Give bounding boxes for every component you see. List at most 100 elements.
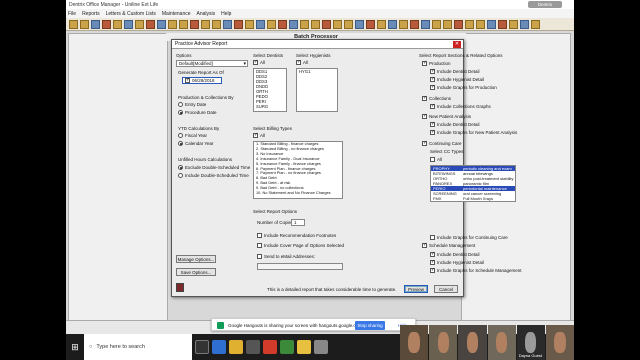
entry-date-radio[interactable]: [178, 102, 183, 108]
toolbar-icon[interactable]: [234, 20, 243, 29]
cc-all-checkbox[interactable]: [430, 157, 435, 163]
toolbar-icon[interactable]: [520, 20, 529, 29]
stop-sharing-button[interactable]: Stop sharing: [355, 321, 385, 330]
dentists-list[interactable]: DDS1 DDS2 DDS3 DNDD ORTH PEDO PERI SURG: [253, 68, 287, 112]
cc-types-list[interactable]: PROPHY periodic cleaning and exam BITEWIN…: [430, 165, 516, 202]
continuing-care-option[interactable]: Continuing Care: [422, 141, 462, 147]
np-dentist-detail-option[interactable]: Include Dentist Detail: [430, 122, 480, 128]
cancel-button[interactable]: Cancel: [434, 285, 458, 293]
include-dst-radio[interactable]: [178, 173, 183, 179]
chrome-icon[interactable]: [297, 340, 311, 354]
toolbar-icon[interactable]: [245, 20, 254, 29]
toolbar-icon[interactable]: [289, 20, 298, 29]
app-icon[interactable]: [263, 340, 277, 354]
toolbar-icon[interactable]: [443, 20, 452, 29]
toolbar-icon[interactable]: [344, 20, 353, 29]
menu-letters[interactable]: Letters & Custom Lists: [106, 11, 156, 17]
np-graphs-option[interactable]: Include Graphs for New Patient Analysis: [430, 130, 517, 136]
toolbar-icon[interactable]: [454, 20, 463, 29]
windows-start-icon[interactable]: ⊞: [66, 334, 84, 360]
schedule-mgmt-option[interactable]: Schedule Management: [422, 243, 475, 249]
prod-graphs-option[interactable]: Include Graphs for Production: [430, 85, 497, 91]
prod-dentist-detail-checkbox[interactable]: [430, 69, 435, 75]
meet-badge[interactable]: Dentrix: [528, 1, 562, 8]
menu-help[interactable]: Help: [221, 11, 231, 17]
coll-graphs-checkbox[interactable]: [430, 104, 435, 110]
toolbar-icon[interactable]: [168, 20, 177, 29]
task-view-icon[interactable]: [195, 340, 209, 354]
sched-graphs-checkbox[interactable]: [430, 268, 435, 274]
np-dentist-detail-checkbox[interactable]: [430, 122, 435, 128]
toolbar-icon[interactable]: [531, 20, 540, 29]
edge-icon[interactable]: [212, 340, 226, 354]
video-tile[interactable]: Dayna Guest: [516, 325, 545, 360]
toolbar-icon[interactable]: [212, 20, 221, 29]
toolbar-icon[interactable]: [300, 20, 309, 29]
exclude-dst-option[interactable]: Exclude Double-Scheduled Time: [178, 165, 250, 171]
toolbar-icon[interactable]: [278, 20, 287, 29]
toolbar-icon[interactable]: [113, 20, 122, 29]
cc-all-option[interactable]: All: [430, 157, 442, 163]
video-tile[interactable]: [545, 325, 575, 360]
toolbar-icon[interactable]: [322, 20, 331, 29]
billing-types-list[interactable]: 1. Standard Billing - finance charges 2.…: [253, 141, 343, 199]
sched-dentist-detail-checkbox[interactable]: [430, 252, 435, 258]
procedure-date-radio[interactable]: [178, 110, 183, 116]
toolbar-icon[interactable]: [124, 20, 133, 29]
toolbar-icon[interactable]: [91, 20, 100, 29]
menu-maintenance[interactable]: Maintenance: [162, 11, 191, 17]
toolbar-icon[interactable]: [333, 20, 342, 29]
sched-hyg-detail-checkbox[interactable]: [430, 260, 435, 266]
cc-graphs-option[interactable]: Include Graphs for Continuing Care: [430, 235, 508, 241]
include-cover-option[interactable]: Include Cover Page of Options Selected: [257, 243, 344, 249]
dentists-all-checkbox[interactable]: [253, 60, 258, 66]
np-graphs-checkbox[interactable]: [430, 130, 435, 136]
menu-file[interactable]: File: [68, 11, 76, 17]
menu-reports[interactable]: Reports: [82, 11, 100, 17]
preview-button[interactable]: Preview: [404, 285, 428, 293]
toolbar-icon[interactable]: [179, 20, 188, 29]
collections-checkbox[interactable]: [422, 96, 427, 102]
hygienists-all-checkbox[interactable]: [296, 60, 301, 66]
coll-graphs-option[interactable]: Include Collections Graphs: [430, 104, 491, 110]
toolbar-icon[interactable]: [366, 20, 375, 29]
date-checkbox[interactable]: [185, 78, 190, 84]
schedule-mgmt-checkbox[interactable]: [422, 243, 427, 249]
procedure-date-option[interactable]: Procedure Date: [178, 110, 217, 116]
prod-hyg-detail-checkbox[interactable]: [430, 77, 435, 83]
include-cover-checkbox[interactable]: [257, 243, 262, 249]
collections-option[interactable]: Collections: [422, 96, 451, 102]
toolbar-icon[interactable]: [157, 20, 166, 29]
as-of-date-field[interactable]: 06/28/2018: [182, 77, 222, 84]
store-icon[interactable]: [246, 340, 260, 354]
toolbar-icon[interactable]: [388, 20, 397, 29]
billing-all-checkbox[interactable]: [253, 133, 258, 139]
toolbar-icon[interactable]: [432, 20, 441, 29]
fiscal-year-radio[interactable]: [178, 133, 183, 139]
include-footnotes-option[interactable]: Include Recommendation Footnotes: [257, 233, 336, 239]
prod-hyg-detail-option[interactable]: Include Hygienist Detail: [430, 77, 484, 83]
list-item[interactable]: SURG: [256, 104, 286, 109]
video-tile[interactable]: [400, 325, 429, 360]
manage-options-button[interactable]: Manage Options...: [176, 255, 216, 263]
sched-dentist-detail-option[interactable]: Include Dentist Detail: [430, 252, 480, 258]
video-tile[interactable]: [487, 325, 516, 360]
billing-all-option[interactable]: All: [253, 133, 265, 139]
include-footnotes-checkbox[interactable]: [257, 233, 262, 239]
exclude-dst-radio[interactable]: [178, 165, 183, 171]
options-select[interactable]: Default[Modified]: [176, 60, 248, 67]
toolbar-icon[interactable]: [80, 20, 89, 29]
new-patient-option[interactable]: New Patient Analysis: [422, 114, 471, 120]
send-email-option[interactable]: Send to eMail Addresses:: [257, 254, 315, 260]
video-tile[interactable]: [429, 325, 458, 360]
fiscal-year-option[interactable]: Fiscal Year: [178, 133, 207, 139]
toolbar-icon[interactable]: [377, 20, 386, 29]
continuing-care-checkbox[interactable]: [422, 141, 427, 147]
toolbar-icon[interactable]: [399, 20, 408, 29]
num-copies-stepper[interactable]: 1: [291, 219, 305, 226]
new-patient-checkbox[interactable]: [422, 114, 427, 120]
app-icon[interactable]: [280, 340, 294, 354]
toolbar-icon[interactable]: [498, 20, 507, 29]
sched-graphs-option[interactable]: Include Graphs for Schedule Management: [430, 268, 522, 274]
hygienists-all-option[interactable]: All: [296, 60, 308, 66]
